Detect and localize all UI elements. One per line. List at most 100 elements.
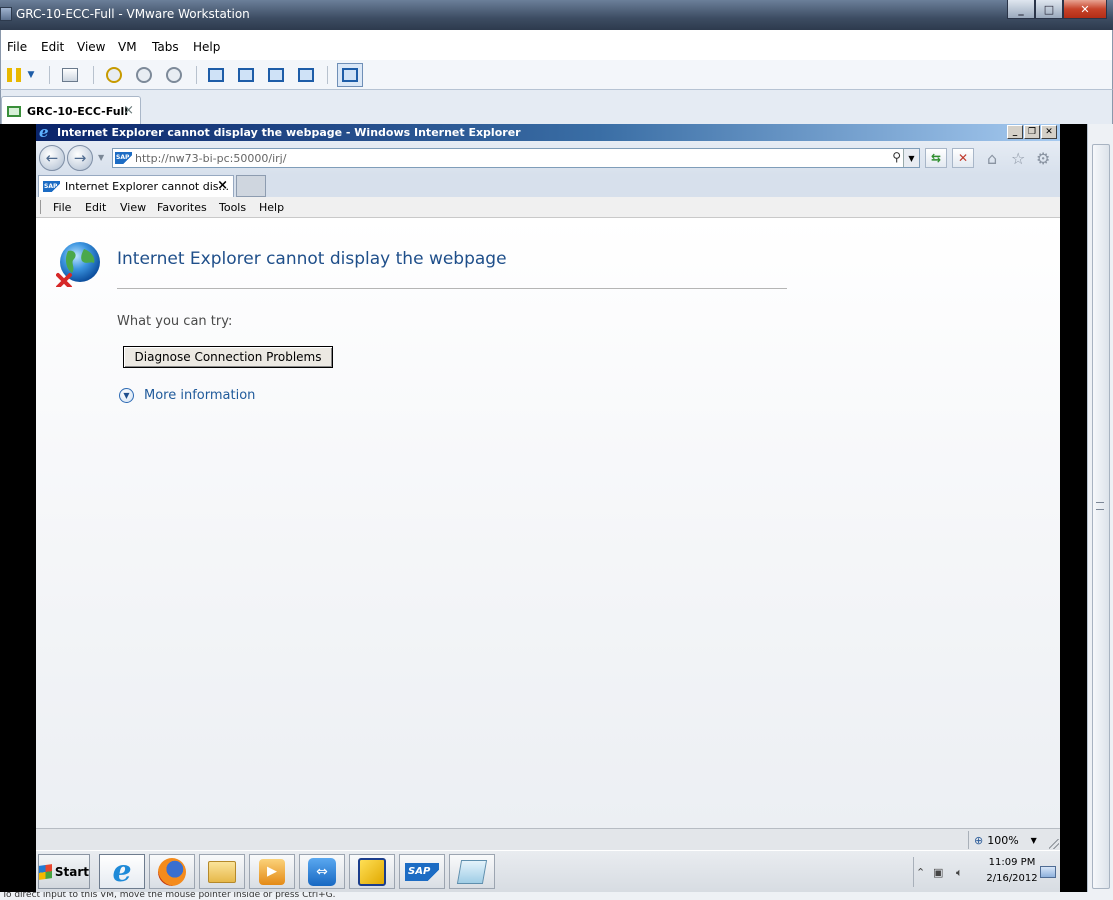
search-icon[interactable]: ⚲ (892, 150, 901, 164)
history-dropdown-icon[interactable]: ▼ (98, 153, 104, 162)
start-label: Start (54, 864, 89, 879)
diagnose-connection-button[interactable]: Diagnose Connection Problems (123, 346, 333, 368)
fullscreen-icon[interactable] (265, 65, 287, 85)
scrollbar-grip (1096, 502, 1104, 510)
guest-taskbar: Start e ▶ ⇔ SAP ⌃ ▣ 🔈︎ 11:09 PM 2/16/201… (36, 850, 1060, 892)
ie-menubar: File Edit View Favorites Tools Help (36, 197, 1060, 218)
address-dropdown-icon[interactable]: ▼ (903, 149, 919, 167)
network-icon[interactable] (59, 65, 81, 85)
snapshot-revert-icon[interactable] (133, 65, 155, 85)
menu-edit[interactable]: Edit (41, 40, 64, 54)
vmware-window-title: GRC-10-ECC-Full - VMware Workstation (16, 7, 250, 21)
zoom-control[interactable]: ⊕ 100% ▼ (968, 831, 1048, 849)
pause-icon[interactable] (3, 65, 25, 85)
firefox-icon (158, 857, 186, 886)
vm-tab-close-icon[interactable]: × (123, 103, 134, 118)
sap-favicon-icon: SAP (115, 152, 132, 164)
start-button[interactable]: Start (38, 854, 90, 889)
vmware-tabstrip: GRC-10-ECC-Full × (0, 90, 1113, 124)
zoom-dropdown-icon[interactable]: ▼ (1031, 836, 1037, 845)
stretch-guest-icon[interactable] (337, 63, 363, 87)
vmware-titlebar: GRC-10-ECC-Full - VMware Workstation _ □… (0, 0, 1113, 30)
scrollbar-thumb[interactable] (1092, 144, 1110, 889)
ie-titlebar: e Internet Explorer cannot display the w… (36, 124, 1060, 141)
ie-menu-favorites[interactable]: Favorites (157, 201, 207, 214)
tab-sap-favicon-icon: SAP (43, 181, 60, 192)
ie-statusbar: ⊕ 100% ▼ (36, 828, 1060, 850)
menu-help[interactable]: Help (193, 40, 220, 54)
ie-window: e Internet Explorer cannot display the w… (36, 124, 1060, 850)
sidebar-view-icon[interactable] (205, 65, 227, 85)
ie-close-icon[interactable]: ✕ (1041, 125, 1057, 139)
ie-navbar: ← → ▼ SAP http://nw73-bi-pc:50000/irj/ ⚲… (36, 141, 1060, 175)
menu-tabs[interactable]: Tabs (152, 40, 179, 54)
clock-time[interactable]: 11:09 PM (987, 857, 1037, 868)
back-icon[interactable]: ← (39, 145, 65, 171)
expand-chevron-icon[interactable]: ▼ (119, 388, 134, 403)
snapshot-manager-icon[interactable] (163, 65, 185, 85)
unity-icon[interactable] (295, 65, 317, 85)
ie-menu-help[interactable]: Help (259, 201, 284, 214)
vm-running-icon (7, 106, 21, 117)
maximize-icon[interactable]: □ (1035, 0, 1063, 19)
heading-divider (117, 288, 787, 289)
address-bar[interactable]: SAP http://nw73-bi-pc:50000/irj/ ⚲ ▼ (112, 148, 920, 168)
stop-icon[interactable]: ✕ (952, 148, 974, 168)
taskbar-teamviewer-button[interactable]: ⇔ (299, 854, 345, 889)
error-heading: Internet Explorer cannot display the web… (117, 249, 507, 269)
tools-gear-icon[interactable]: ⚙ (1036, 149, 1050, 168)
snapshot-take-icon[interactable] (103, 65, 125, 85)
vmware-scrollbar[interactable] (1087, 124, 1113, 900)
ie-minimize-icon[interactable]: _ (1007, 125, 1023, 139)
clock-date[interactable]: 2/16/2012 (982, 873, 1042, 884)
tray-network-icon[interactable]: ▣ (933, 866, 943, 879)
taskbar-app-button[interactable] (349, 854, 395, 889)
address-url[interactable]: http://nw73-bi-pc:50000/irj/ (135, 152, 286, 165)
taskbar-ie-button[interactable]: e (99, 854, 145, 889)
home-icon[interactable]: ⌂ (987, 149, 997, 168)
minimize-icon[interactable]: _ (1007, 0, 1035, 19)
taskbar-notepad-button[interactable] (449, 854, 495, 889)
refresh-icon[interactable]: ⇆ (925, 148, 947, 168)
teamviewer-icon: ⇔ (308, 857, 336, 886)
ie-window-controls: _ ❐ ✕ (1007, 125, 1057, 139)
ie-tab-close-icon[interactable]: × (217, 178, 228, 193)
media-player-icon: ▶ (259, 858, 285, 885)
ie-restore-icon[interactable]: ❐ (1024, 125, 1040, 139)
menu-vm[interactable]: VM (118, 40, 137, 54)
ie-menu-file[interactable]: File (53, 201, 71, 214)
what-you-can-try-label: What you can try: (117, 314, 233, 329)
vm-tab[interactable]: GRC-10-ECC-Full × (1, 96, 141, 124)
vmware-toolbar: ▼ (0, 60, 1113, 90)
ie-tab-row: SAP Internet Explorer cannot dis... × (36, 175, 1060, 197)
resize-grip-icon[interactable] (1049, 839, 1059, 849)
menu-view[interactable]: View (77, 40, 105, 54)
sap-icon: SAP (405, 862, 439, 881)
favorites-star-icon[interactable]: ☆ (1011, 149, 1025, 168)
vmware-status-text: To direct input to this VM, move the mou… (2, 892, 336, 900)
ie-tab-active[interactable]: SAP Internet Explorer cannot dis... × (38, 175, 234, 197)
new-tab-button[interactable] (236, 175, 266, 197)
taskbar-sap-button[interactable]: SAP (399, 854, 445, 889)
taskbar-media-button[interactable]: ▶ (249, 854, 295, 889)
globe-error-icon (56, 242, 100, 287)
pause-dropdown-icon[interactable]: ▼ (23, 65, 39, 85)
more-information-link[interactable]: ▼ More information (119, 388, 255, 403)
console-view-icon[interactable] (235, 65, 257, 85)
forward-icon[interactable]: → (67, 145, 93, 171)
zoom-magnifier-icon: ⊕ (974, 833, 984, 847)
tray-expand-icon[interactable]: ⌃ (916, 866, 925, 879)
close-icon[interactable]: ✕ (1063, 0, 1107, 19)
vmware-app-icon (0, 7, 12, 21)
more-information-label[interactable]: More information (144, 388, 255, 403)
menu-file[interactable]: File (7, 40, 27, 54)
show-desktop-button[interactable] (1040, 866, 1056, 878)
tray-volume-icon[interactable]: 🔈︎ (956, 866, 963, 880)
ie-menu-edit[interactable]: Edit (85, 201, 106, 214)
ie-logo-icon: e (39, 124, 49, 141)
taskbar-explorer-button[interactable] (199, 854, 245, 889)
ie-menu-tools[interactable]: Tools (219, 201, 246, 214)
taskbar-firefox-button[interactable] (149, 854, 195, 889)
ie-menu-view[interactable]: View (120, 201, 146, 214)
vmware-menubar: File Edit View VM Tabs Help (0, 30, 1113, 60)
